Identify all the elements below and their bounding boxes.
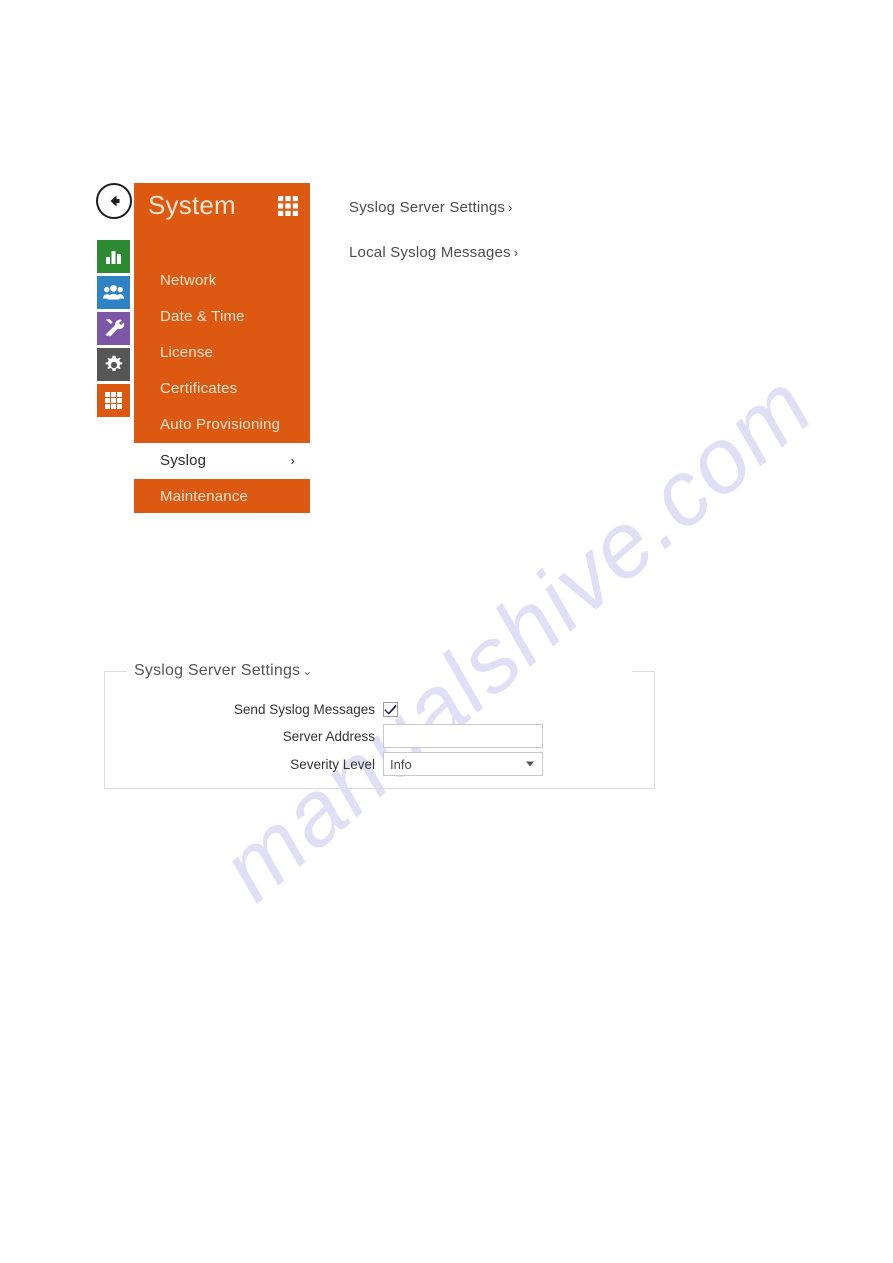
check-icon [384, 704, 397, 715]
link-label: Local Syslog Messages [349, 244, 511, 261]
system-menu-list: Network Date & Time License Certificates… [134, 263, 313, 515]
menu-item-label: License [160, 344, 214, 361]
field-label: Server Address [282, 728, 375, 744]
menu-item-label: Certificates [160, 380, 238, 397]
icon-rail [97, 240, 130, 420]
menu-item-label: Syslog [160, 452, 207, 469]
chevron-right-icon: › [290, 453, 295, 468]
users-icon [103, 283, 124, 302]
send-syslog-messages-checkbox[interactable] [383, 701, 398, 717]
menu-item-label: Date & Time [160, 308, 245, 325]
grid-icon [104, 391, 123, 410]
menu-item-maintenance[interactable]: Maintenance [134, 479, 310, 515]
chevron-down-icon [526, 761, 534, 767]
form-row-server-address: Server Address [104, 723, 655, 749]
system-menu-panel: System Network Date & Time License Certi… [134, 183, 313, 515]
field-label: Send Syslog Messages [233, 701, 375, 717]
select-value: Info [390, 756, 412, 772]
bar-chart-icon [104, 247, 123, 266]
system-menu-screenshot: System Network Date & Time License Certi… [96, 183, 336, 513]
fieldset-legend[interactable]: Syslog Server Settings ⌄ [128, 662, 319, 680]
menu-item-label: Maintenance [160, 488, 249, 505]
form-row-severity-level: Severity Level Info [104, 751, 655, 777]
page-title: System [148, 190, 236, 220]
menu-item-auto-provisioning[interactable]: Auto Provisioning [134, 407, 310, 443]
tools-icon [103, 318, 124, 339]
menu-item-label: Network [160, 272, 217, 289]
link-label: Syslog Server Settings [349, 199, 506, 216]
rail-item-services[interactable] [97, 348, 130, 381]
menu-item-network[interactable]: Network [134, 263, 310, 299]
grid-icon [278, 196, 298, 216]
form-row-send-syslog-messages: Send Syslog Messages [104, 696, 655, 722]
gear-icon [104, 355, 124, 375]
back-button[interactable] [96, 183, 132, 219]
menu-item-certificates[interactable]: Certificates [134, 371, 310, 407]
link-local-syslog-messages[interactable]: Local Syslog Messages › [349, 244, 518, 261]
rail-item-directory[interactable] [97, 276, 130, 309]
legend-label: Syslog Server Settings [134, 662, 301, 679]
menu-item-syslog[interactable]: Syslog › [134, 443, 313, 479]
menu-item-date-time[interactable]: Date & Time [134, 299, 310, 335]
field-label: Severity Level [290, 756, 375, 772]
chevron-right-icon: › [508, 200, 513, 215]
severity-level-select[interactable]: Info [383, 752, 543, 776]
chevron-right-icon: › [513, 245, 519, 260]
rail-item-system[interactable] [97, 384, 130, 417]
link-syslog-server-settings[interactable]: Syslog Server Settings › [349, 199, 518, 216]
syslog-server-settings-screenshot: Syslog Server Settings ⌄ Send Syslog Mess… [104, 662, 655, 789]
menu-item-label: Auto Provisioning [160, 416, 281, 433]
server-address-input[interactable] [383, 724, 543, 748]
rail-item-hardware[interactable] [97, 312, 130, 345]
grid-menu-button[interactable] [278, 196, 298, 216]
rail-item-status[interactable] [97, 240, 130, 273]
menu-item-license[interactable]: License [134, 335, 310, 371]
back-arrow-icon [104, 191, 124, 211]
chevron-down-icon: ⌄ [302, 664, 313, 678]
section-links: Syslog Server Settings › Local Syslog Mes… [349, 199, 518, 289]
